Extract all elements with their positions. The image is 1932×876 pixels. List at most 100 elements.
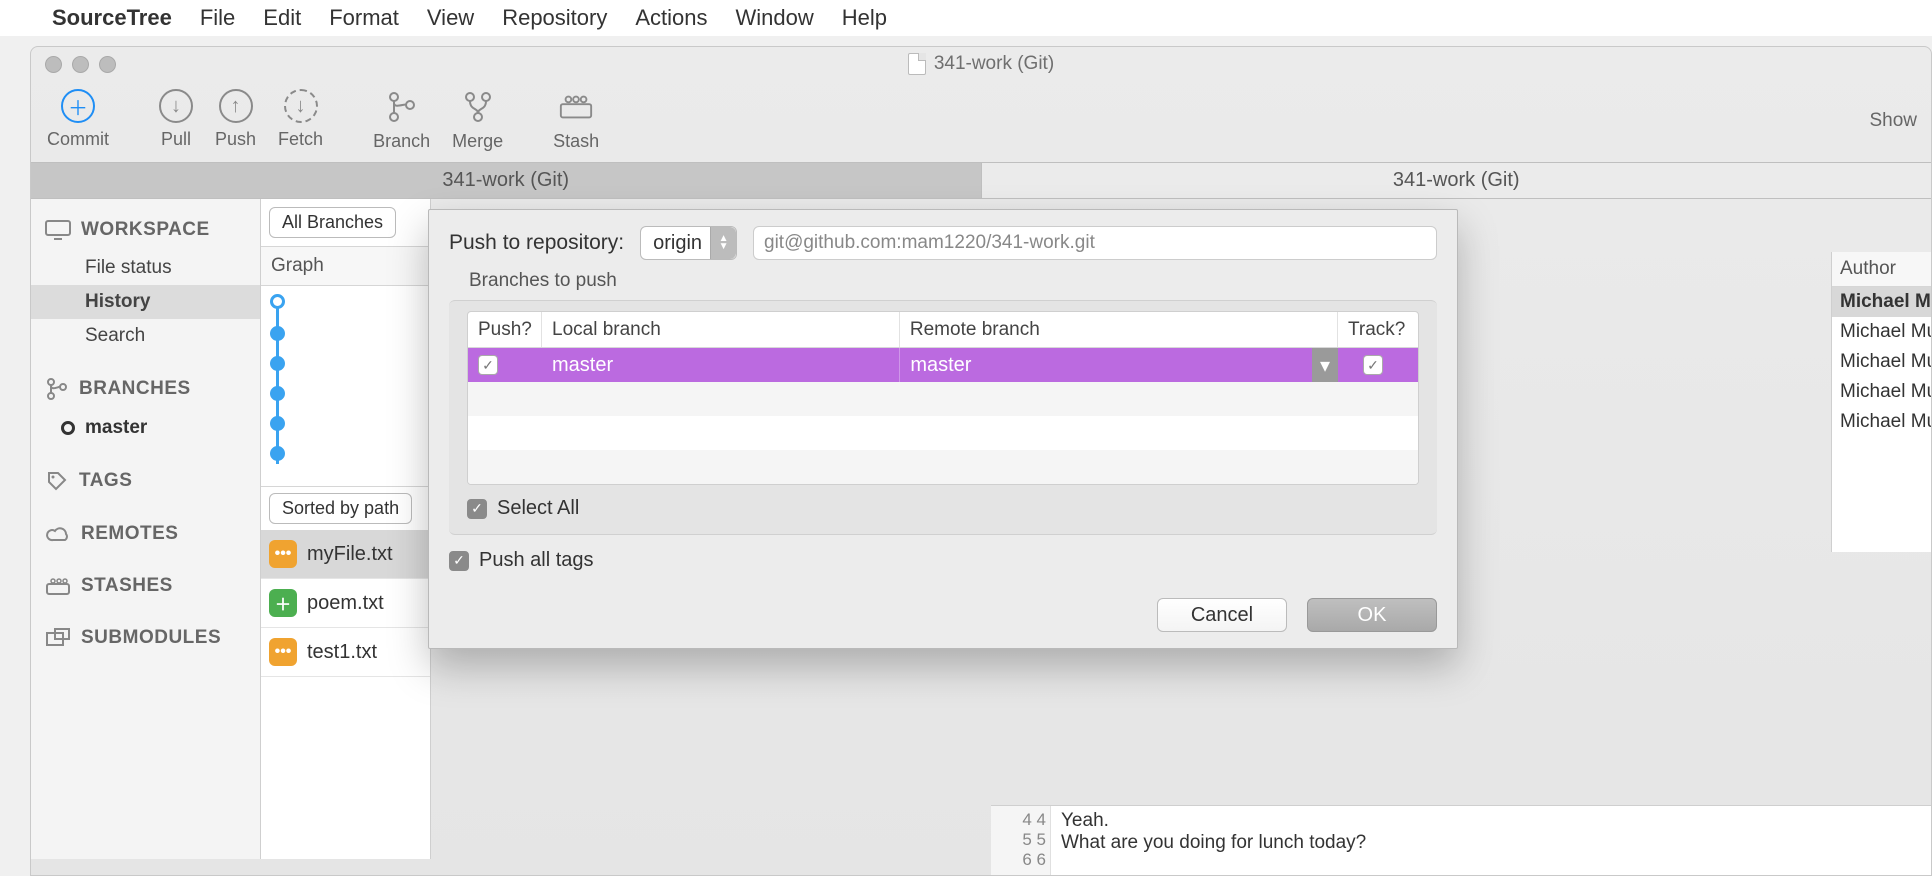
all-branches-dropdown[interactable]: All Branches (269, 207, 396, 238)
graph-node[interactable] (270, 446, 285, 461)
track-checkbox[interactable]: ✓ (1363, 355, 1383, 375)
commit-button[interactable]: ＋ Commit (47, 89, 109, 150)
cancel-button[interactable]: Cancel (1157, 598, 1287, 632)
menu-edit[interactable]: Edit (263, 5, 301, 31)
sidebar-branch-master[interactable]: master (31, 411, 260, 445)
remote-branch-cell[interactable]: master ▾ (899, 348, 1338, 382)
minimize-window-icon[interactable] (72, 56, 89, 73)
commit-graph[interactable] (261, 286, 430, 486)
tab-repo-2[interactable]: 341-work (Git) (982, 163, 1932, 198)
branch-button[interactable]: Branch (373, 89, 430, 152)
commit-label: Commit (47, 129, 109, 150)
sidebar-item-file-status[interactable]: File status (31, 251, 260, 285)
th-remote[interactable]: Remote branch (900, 312, 1338, 347)
plus-icon: ＋ (61, 89, 95, 123)
menu-file[interactable]: File (200, 5, 235, 31)
sidebar-stashes-header[interactable]: STASHES (31, 565, 260, 607)
file-name: poem.txt (307, 592, 384, 615)
monitor-icon (45, 220, 71, 240)
push-all-tags-label: Push all tags (479, 549, 594, 572)
stash-label: Stash (553, 131, 599, 152)
zoom-window-icon[interactable] (99, 56, 116, 73)
push-checkbox[interactable]: ✓ (478, 355, 498, 375)
menu-format[interactable]: Format (329, 5, 399, 31)
sidebar-tags-header[interactable]: TAGS (31, 459, 260, 503)
author-header[interactable]: Author (1832, 252, 1931, 287)
fetch-label: Fetch (278, 129, 323, 150)
pull-label: Pull (161, 129, 191, 150)
toolbar: ＋ Commit ↓ Pull ↑ Push ↓ Fetch (31, 81, 1931, 163)
author-row[interactable]: Michael Mu (1832, 287, 1931, 317)
diff-gutter: 4 4 5 5 6 6 (991, 806, 1051, 875)
window-controls[interactable] (45, 56, 116, 73)
merge-button[interactable]: Merge (452, 89, 503, 152)
select-arrows-icon: ▲▼ (710, 227, 736, 259)
menubar[interactable]: SourceTree File Edit Format View Reposit… (0, 0, 1932, 36)
graph-node[interactable] (270, 294, 285, 309)
file-name: test1.txt (307, 641, 377, 664)
file-row[interactable]: ••• myFile.txt (261, 530, 430, 579)
sort-dropdown[interactable]: Sorted by path (269, 493, 412, 524)
arrow-down-icon: ↓ (159, 89, 193, 123)
sidebar-remotes-header[interactable]: REMOTES (31, 513, 260, 555)
graph-node[interactable] (270, 326, 285, 341)
th-push[interactable]: Push? (468, 312, 542, 347)
diff-content: Yeah. What are you doing for lunch today… (1051, 806, 1376, 875)
merge-label: Merge (452, 131, 503, 152)
merge-icon (460, 89, 496, 125)
sidebar-item-search[interactable]: Search (31, 319, 260, 353)
fetch-icon: ↓ (284, 89, 318, 123)
tabbar: 341-work (Git) 341-work (Git) (31, 163, 1931, 199)
app-name[interactable]: SourceTree (52, 5, 172, 31)
th-local[interactable]: Local branch (542, 312, 900, 347)
stash-icon (558, 89, 594, 125)
chevron-down-icon[interactable]: ▾ (1312, 348, 1338, 382)
th-track[interactable]: Track? (1338, 312, 1418, 347)
menu-repository[interactable]: Repository (502, 5, 607, 31)
branch-label: Branch (373, 131, 430, 152)
window-title: 341-work (Git) (934, 53, 1054, 75)
menu-view[interactable]: View (427, 5, 474, 31)
close-window-icon[interactable] (45, 56, 62, 73)
branch-row[interactable]: ✓ master master ▾ ✓ (468, 348, 1418, 382)
added-icon: ＋ (269, 589, 297, 617)
branches-table: Push? Local branch Remote branch Track? … (467, 311, 1419, 485)
sidebar-submodules-header[interactable]: SUBMODULES (31, 617, 260, 659)
tag-icon (45, 469, 69, 493)
file-row[interactable]: ＋ poem.txt (261, 579, 430, 628)
tab-repo-1[interactable]: 341-work (Git) (31, 163, 982, 198)
author-row[interactable]: Michael Mu (1832, 317, 1931, 347)
graph-node[interactable] (270, 356, 285, 371)
author-row[interactable]: Michael Mu (1832, 347, 1931, 377)
cloud-icon (45, 524, 71, 544)
modified-icon: ••• (269, 540, 297, 568)
select-all-label: Select All (497, 497, 579, 520)
menu-help[interactable]: Help (842, 5, 887, 31)
sidebar-item-history[interactable]: History (31, 285, 260, 319)
push-label: Push (215, 129, 256, 150)
file-row[interactable]: ••• test1.txt (261, 628, 430, 677)
menu-actions[interactable]: Actions (635, 5, 707, 31)
author-column: Author Michael Mu Michael Mu Michael Mu … (1831, 252, 1931, 552)
fetch-button[interactable]: ↓ Fetch (278, 89, 323, 150)
sidebar-workspace-header[interactable]: WORKSPACE (31, 209, 260, 251)
push-all-tags-checkbox[interactable]: ✓ (449, 551, 469, 571)
remote-select[interactable]: origin ▲▼ (640, 226, 737, 260)
remote-url-field[interactable]: git@github.com:mam1220/341-work.git (753, 226, 1437, 260)
select-all-checkbox[interactable]: ✓ (467, 499, 487, 519)
mid-column: All Branches Graph Sorted by path ••• my… (261, 199, 431, 859)
titlebar[interactable]: 341-work (Git) (31, 47, 1931, 81)
graph-node[interactable] (270, 386, 285, 401)
stash-sidebar-icon (45, 576, 71, 596)
modified-icon: ••• (269, 638, 297, 666)
push-button[interactable]: ↑ Push (215, 89, 256, 150)
ok-button[interactable]: OK (1307, 598, 1437, 632)
pull-button[interactable]: ↓ Pull (159, 89, 193, 150)
author-row[interactable]: Michael Mu (1832, 377, 1931, 407)
show-button[interactable]: Show (1869, 110, 1917, 132)
author-row[interactable]: Michael Mu (1832, 407, 1931, 437)
graph-node[interactable] (270, 416, 285, 431)
sidebar-branches-header[interactable]: BRANCHES (31, 367, 260, 411)
menu-window[interactable]: Window (736, 5, 814, 31)
stash-button[interactable]: Stash (553, 89, 599, 152)
